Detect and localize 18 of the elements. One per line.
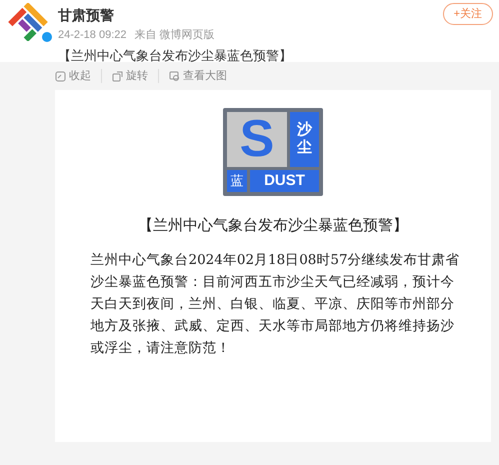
collapse-icon	[55, 70, 66, 82]
zoom-icon	[169, 70, 180, 82]
sign-type: 沙尘	[290, 112, 319, 166]
post-text: 【兰州中心气象台发布沙尘暴蓝色预警】	[58, 47, 293, 65]
follow-button[interactable]: +关注	[442, 3, 493, 25]
image-heading: 【兰州中心气象台发布沙尘暴蓝色预警】	[138, 215, 408, 236]
post-time: 24-2-18 09:22	[58, 28, 126, 43]
logo-icon	[8, 3, 48, 41]
toolbar-link[interactable]: 查看大图	[183, 68, 227, 84]
toolbar-link[interactable]: 收起	[69, 68, 91, 84]
sign-level: 蓝	[227, 170, 247, 192]
post-source: 来自 微博网页版	[134, 28, 215, 43]
sign-letter: S	[227, 112, 287, 166]
sign-type-english: DUST	[250, 170, 319, 192]
author-name[interactable]: 甘肃预警	[58, 5, 443, 25]
image-body: 兰州中心气象台2024年02月18日08时57分继续发布甘肃省沙尘暴蓝色预警：目前河西五市沙尘天气已经减弱，预计今天白天到夜间，兰州、白银、临夏、平凉、庆阳等市州部分地方及张掖、武威、定西、天水等市局部地方仍将维持扬沙或浮尘，请注意防范！	[90, 250, 461, 358]
toolbar-link[interactable]: 旋转	[126, 68, 148, 84]
rotate-icon	[112, 70, 123, 82]
